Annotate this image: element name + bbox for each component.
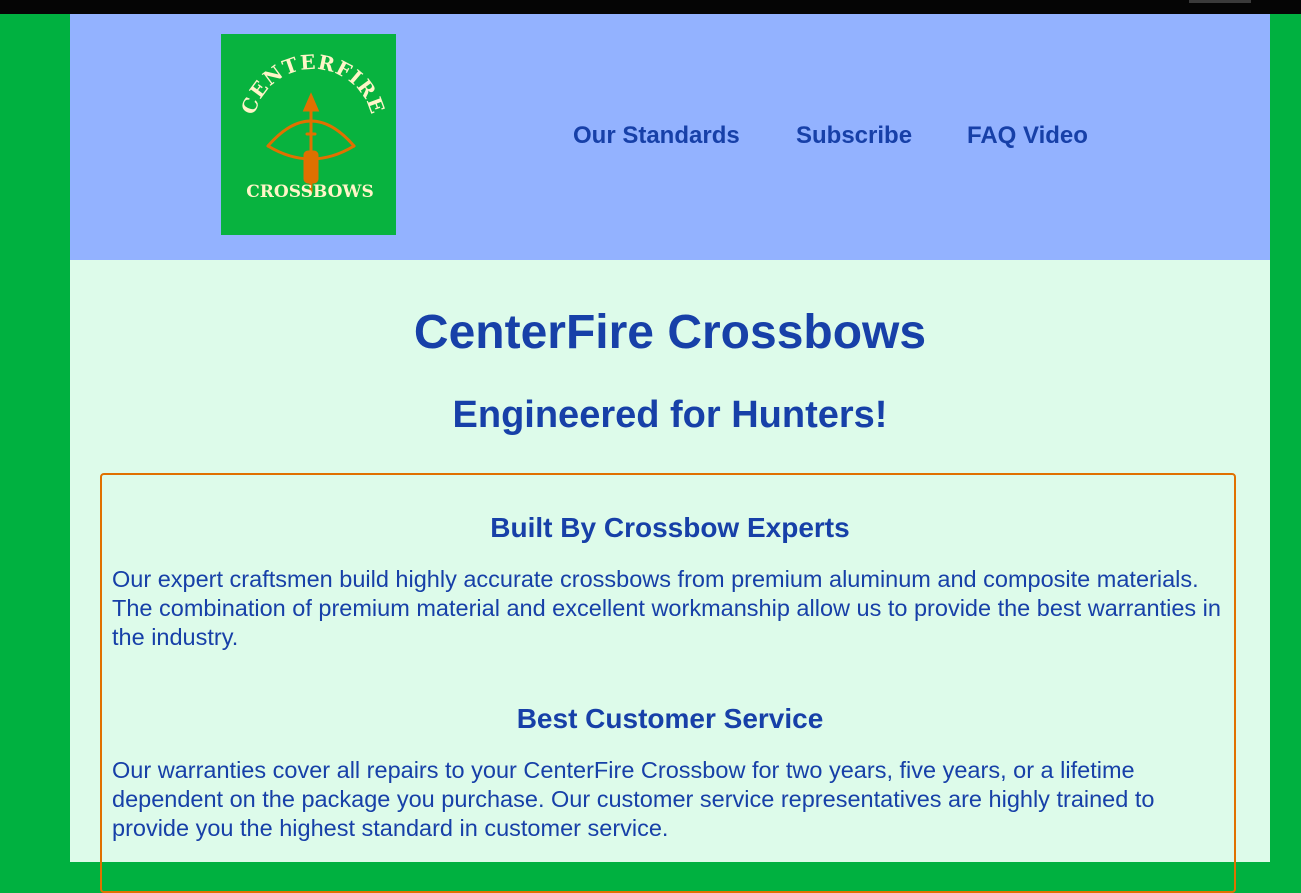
feature-service: Best Customer Service Our warranties cov… (112, 702, 1228, 843)
browser-top-bar (0, 0, 1301, 14)
feature-experts: Built By Crossbow Experts Our expert cra… (112, 511, 1228, 652)
feature-heading: Best Customer Service (516, 703, 824, 734)
features-card: Built By Crossbow Experts Our expert cra… (100, 473, 1236, 893)
logo-bottom-text: CROSSBOWS (246, 182, 374, 202)
feature-body: Our expert craftsmen build highly accura… (112, 566, 1221, 650)
site-header: CENTERFIRE CROSSBOWS Our Standards Subsc… (70, 14, 1270, 260)
nav-subscribe[interactable]: Subscribe (796, 122, 912, 150)
page-title: CenterFire Crossbows (413, 306, 927, 359)
nav-faq-video[interactable]: FAQ Video (967, 122, 1088, 150)
nav-our-standards[interactable]: Our Standards (573, 122, 740, 150)
top-bar-handle (1189, 0, 1251, 3)
page-subtitle: Engineered for Hunters! (452, 394, 888, 436)
main-nav: Our Standards Subscribe FAQ Video (70, 122, 1270, 152)
feature-body: Our warranties cover all repairs to your… (112, 757, 1155, 841)
feature-heading: Built By Crossbow Experts (490, 512, 850, 543)
page-container: CENTERFIRE CROSSBOWS Our Standards Subsc… (70, 14, 1270, 893)
